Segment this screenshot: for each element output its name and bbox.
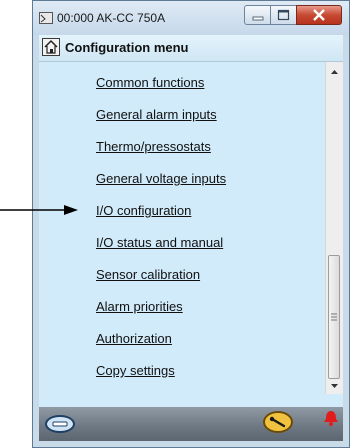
- client-area: Configuration menu Common functions Gene…: [39, 35, 343, 441]
- tool-icon: [269, 416, 286, 428]
- title-bar[interactable]: 00:000 AK-CC 750A: [33, 1, 349, 35]
- maximize-button[interactable]: [270, 5, 297, 25]
- minimize-button[interactable]: [244, 5, 271, 25]
- link-button[interactable]: [45, 415, 75, 433]
- menu-header: Configuration menu: [39, 35, 343, 62]
- menu-item-common-functions[interactable]: Common functions: [96, 75, 204, 90]
- close-button[interactable]: [296, 5, 342, 25]
- scroll-down-icon[interactable]: [326, 378, 343, 394]
- close-icon: [313, 9, 325, 21]
- menu-item-general-voltage-inputs[interactable]: General voltage inputs: [96, 171, 226, 186]
- minimize-icon: [252, 16, 264, 21]
- tool-button[interactable]: [263, 411, 293, 433]
- grip-icon: [331, 313, 337, 321]
- window-title: 00:000 AK-CC 750A: [57, 11, 166, 25]
- link-icon: [52, 421, 68, 427]
- pointer-arrow: [0, 205, 78, 215]
- alarm-bell-icon[interactable]: [323, 409, 339, 427]
- status-bar: [39, 407, 343, 441]
- page-title: Configuration menu: [65, 40, 189, 55]
- scrollbar-thumb[interactable]: [328, 255, 340, 379]
- menu-item-general-alarm-inputs[interactable]: General alarm inputs: [96, 107, 217, 122]
- menu-item-alarm-priorities[interactable]: Alarm priorities: [96, 299, 183, 314]
- maximize-icon: [277, 9, 290, 21]
- menu-item-copy-settings[interactable]: Copy settings: [96, 363, 175, 378]
- device-icon: [39, 12, 53, 24]
- app-window: 00:000 AK-CC 750A Configuration menu Com…: [32, 0, 350, 448]
- menu-item-authorization[interactable]: Authorization: [96, 331, 172, 346]
- menu-item-io-status-and-manual[interactable]: I/O status and manual: [96, 235, 223, 250]
- menu-item-io-configuration[interactable]: I/O configuration: [96, 203, 191, 218]
- menu-item-sensor-calibration[interactable]: Sensor calibration: [96, 267, 200, 282]
- home-icon: [44, 39, 58, 54]
- scroll-up-icon[interactable]: [326, 64, 343, 80]
- menu-item-thermo-pressostats[interactable]: Thermo/pressostats: [96, 139, 211, 154]
- vertical-scrollbar[interactable]: [325, 62, 343, 394]
- home-button[interactable]: [42, 38, 60, 56]
